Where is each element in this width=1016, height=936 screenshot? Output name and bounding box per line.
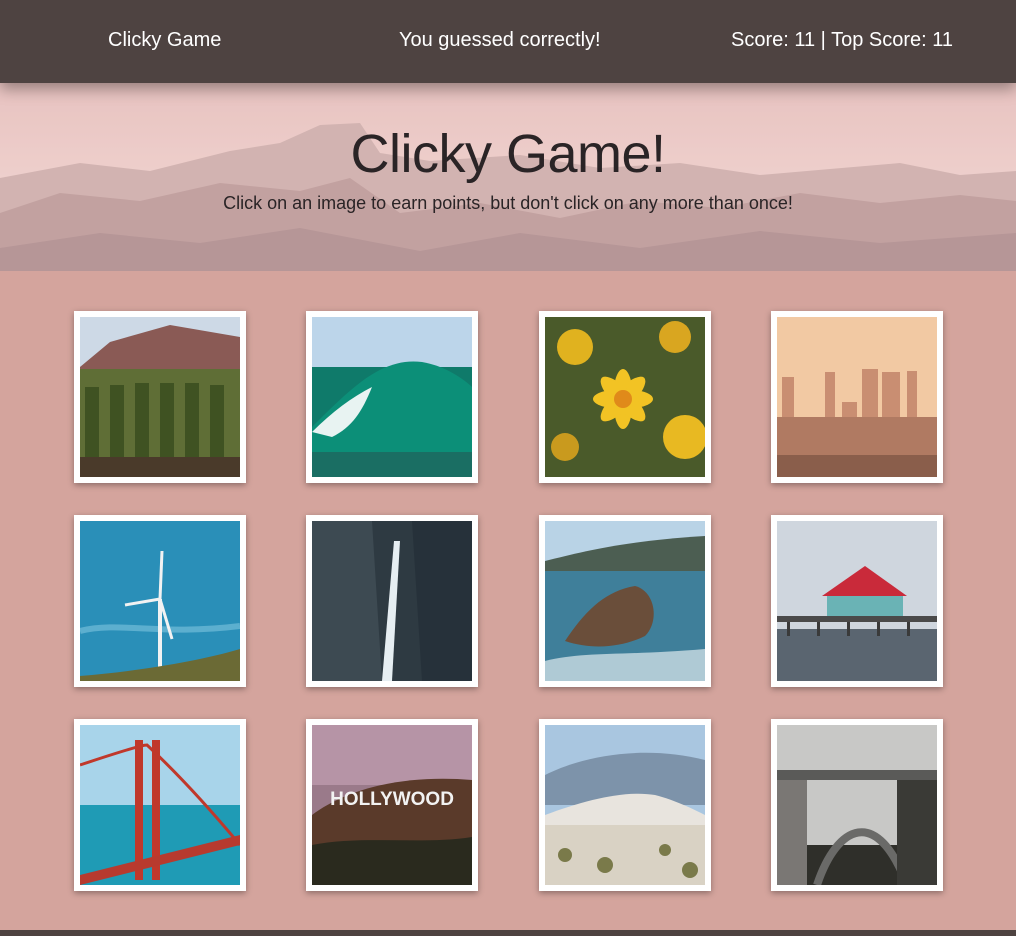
image-card-golden-gate[interactable] [74, 719, 246, 891]
golden-gate-image [80, 725, 240, 885]
image-card-vineyard[interactable] [74, 311, 246, 483]
vineyard-image [80, 317, 240, 477]
score-display: Score: 11 | Top Score: 11 [731, 29, 953, 51]
arch-bridge-image [777, 725, 937, 885]
image-card-pier[interactable] [771, 515, 943, 687]
image-card-sand-dunes[interactable] [539, 719, 711, 891]
flowers-image [545, 317, 705, 477]
sand-dunes-image [545, 725, 705, 885]
hollywood-sign-image: HOLLYWOOD [312, 725, 472, 885]
image-card-waterfall[interactable] [306, 515, 478, 687]
footer-bar [0, 930, 1016, 936]
image-card-wave[interactable] [306, 311, 478, 483]
sea-rocks-image [545, 521, 705, 681]
pier-image [777, 521, 937, 681]
waterfall-image [312, 521, 472, 681]
skyline-image [777, 317, 937, 477]
brand-link[interactable]: Clicky Game [108, 29, 221, 52]
image-card-flowers[interactable] [539, 311, 711, 483]
image-card-wind-turbine[interactable] [74, 515, 246, 687]
wave-image [312, 317, 472, 477]
image-card-skyline[interactable] [771, 311, 943, 483]
hero-header: Clicky Game! Click on an image to earn p… [0, 83, 1016, 271]
image-card-hollywood[interactable]: HOLLYWOOD [306, 719, 478, 891]
navbar: Clicky Game You guessed correctly! Score… [0, 0, 1016, 83]
hollywood-sign-text: HOLLYWOOD [330, 789, 454, 810]
guess-status-message: You guessed correctly! [399, 29, 601, 51]
image-card-arch-bridge[interactable] [771, 719, 943, 891]
instructions-text: Click on an image to earn points, but do… [223, 193, 793, 213]
page-title: Clicky Game! [350, 124, 666, 184]
wind-turbine-image [80, 521, 240, 681]
image-card-sea-rocks[interactable] [539, 515, 711, 687]
